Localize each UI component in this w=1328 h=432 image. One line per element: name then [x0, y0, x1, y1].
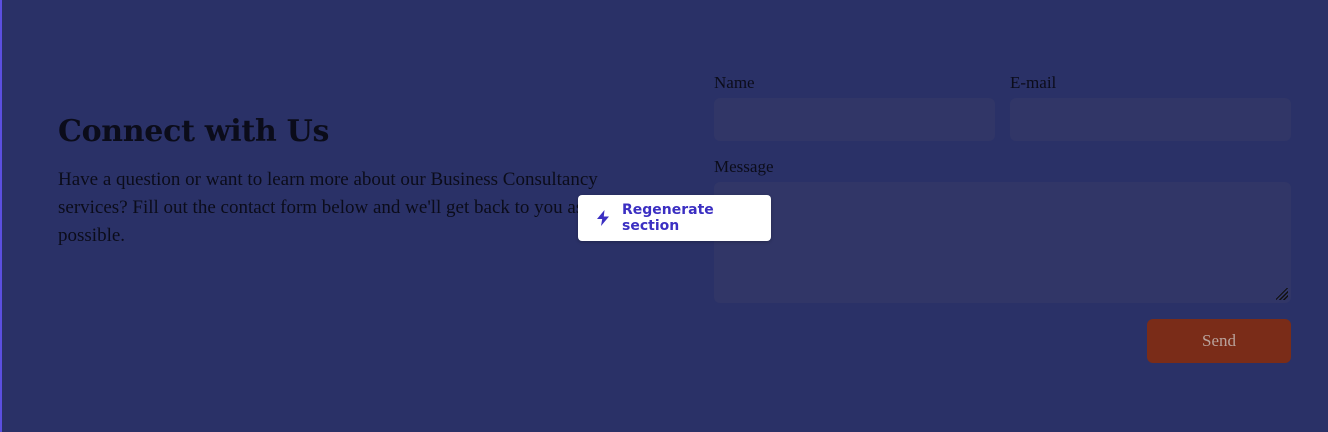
email-label: E-mail — [1010, 73, 1057, 92]
email-field-group: E-mail — [1010, 72, 1291, 141]
name-label: Name — [714, 73, 755, 92]
name-input[interactable] — [714, 98, 995, 141]
resize-handle-icon[interactable] — [1276, 288, 1288, 300]
regenerate-section-label: Regenerate section — [622, 202, 714, 234]
regenerate-section-button[interactable]: Regenerate section — [578, 195, 771, 241]
name-field-group: Name — [714, 72, 995, 141]
email-input[interactable] — [1010, 98, 1291, 141]
section-heading: Connect with Us — [58, 114, 330, 149]
editor-selection-edge — [0, 0, 2, 432]
lightning-bolt-icon — [596, 210, 610, 226]
message-textarea[interactable] — [714, 182, 1291, 303]
message-label: Message — [714, 157, 774, 176]
send-button[interactable]: Send — [1147, 319, 1291, 363]
contact-intro: Connect with Us Have a question or want … — [58, 112, 648, 250]
section-description: Have a question or want to learn more ab… — [58, 169, 645, 246]
message-field-group: Message — [714, 156, 1291, 303]
